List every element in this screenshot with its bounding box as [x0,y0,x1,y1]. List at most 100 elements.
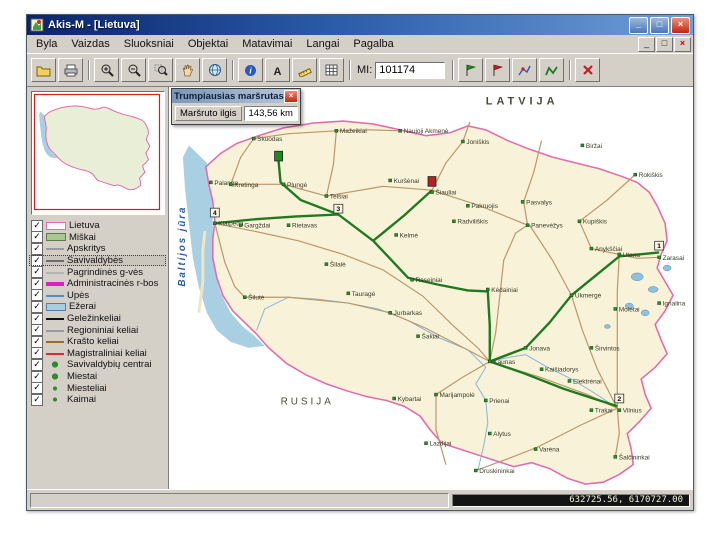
toolbar-separator [232,60,233,80]
route-dialog-titlebar[interactable]: Trumpiausias maršrutas × [172,89,300,103]
layer-row-administracinės-r-bos[interactable]: ✓ Administracinės r-bos [29,277,166,290]
zoom-window-button[interactable] [148,58,173,82]
route-start-button[interactable] [458,58,484,82]
layer-checkbox[interactable]: ✓ [31,266,43,279]
menu-item-vaizdas[interactable]: Vaizdas [64,37,116,51]
menu-item-langai[interactable]: Langai [299,37,346,51]
layer-row-savivaldybės[interactable]: ✓ Savivaldybės [29,254,166,267]
layer-checkbox[interactable]: ✓ [31,277,43,290]
city-label: Marijampolė [439,392,475,399]
city-label: Jurbarkas [394,310,422,317]
line-gray2-symbol-icon [46,267,64,277]
layer-row-savivaldybių-centrai[interactable]: ✓ Savivaldybių centrai [29,358,166,371]
end-flag-icon [493,64,503,76]
city-marker [657,255,661,260]
layer-row-krašto-keliai[interactable]: ✓ Krašto keliai [29,335,166,348]
city-marker [416,334,420,338]
route-node-button[interactable] [512,58,538,82]
city-label: Rietavas [292,223,317,230]
title-bar[interactable]: Akis-M - [Lietuva] _ □ × [27,15,693,35]
layer-row-magistraliniai-keliai[interactable]: ✓ Magistraliniai keliai [29,347,166,360]
layer-checkbox[interactable]: ✓ [31,324,43,337]
close-button[interactable]: × [671,16,690,34]
route-calc-button[interactable] [539,58,565,82]
city-label: Ignalina [663,301,686,308]
layer-checkbox[interactable]: ✓ [31,382,43,395]
svg-text:1: 1 [657,243,661,250]
layer-checkbox[interactable]: ✓ [31,312,43,325]
layer-row-miesteliai[interactable]: ✓ Miesteliai [29,382,166,395]
table-button[interactable] [319,58,344,82]
city-marker [452,219,456,224]
mdi-minimize-button[interactable]: _ [638,36,655,52]
city-marker [657,301,661,305]
layer-checkbox[interactable]: ✓ [31,347,43,360]
end-marker [427,176,437,187]
open-button[interactable] [31,58,56,82]
layer-label: Magistraliniai keliai [67,347,147,359]
city-label: Pasvalys [526,199,552,206]
layer-row-miestai[interactable]: ✓ Miestai [29,370,166,383]
label-button[interactable]: A [265,58,290,82]
zoom-in-button[interactable] [94,58,119,82]
layer-row-geležinkeliai[interactable]: ✓ Geležinkeliai [29,312,166,325]
toolbar-separator [88,60,89,80]
layer-row-pagrindinės-g-vės[interactable]: ✓ Pagrindinės g-vės [29,266,166,279]
route-clear-button[interactable] [575,58,601,82]
zoom-out-button[interactable] [121,58,146,82]
minimize-button[interactable]: _ [629,16,648,34]
app-window: Akis-M - [Lietuva] _ □ × Byla Vaizdas Sluo… [26,14,694,511]
city-marker [229,182,233,187]
layers-list: ✓ Lietuva ✓ Miškai ✓ Apskritys ✓ Savivaldybės ✓ P… [29,220,166,487]
layer-checkbox[interactable]: ✓ [31,358,43,371]
route-calc-icon [545,65,559,75]
layer-row-kaimai[interactable]: ✓ Kaimai [29,393,166,406]
menu-item-pagalba[interactable]: Pagalba [346,37,400,51]
layer-row-ežerai[interactable]: ✓ Ežerai [29,300,166,313]
layer-checkbox[interactable]: ✓ [31,370,43,383]
route-end-button[interactable] [485,58,511,82]
layer-row-miškai[interactable]: ✓ Miškai [29,231,166,244]
city-marker [484,398,488,403]
mi-input[interactable] [375,61,446,79]
map-canvas[interactable]: Skuodas Mažeikiai Naujoji Akmenė Joniškis Bi… [169,87,693,489]
menu-item-objektai[interactable]: Objektai [181,37,235,51]
print-button[interactable] [58,58,83,82]
layer-checkbox[interactable]: ✓ [31,254,43,267]
menu-item-byla[interactable]: Byla [29,37,64,51]
city-label: Radviliškis [457,219,488,226]
layer-row-apskritys[interactable]: ✓ Apskritys [29,242,166,255]
measure-button[interactable] [292,58,317,82]
printer-icon [64,64,77,76]
layer-checkbox[interactable]: ✓ [31,300,43,313]
info-button[interactable]: i [238,58,263,82]
layer-row-upės[interactable]: ✓ Upės [29,289,166,302]
overview-map[interactable] [30,91,165,215]
layer-checkbox[interactable]: ✓ [31,231,43,244]
route-dialog[interactable]: Trumpiausias maršrutas × Maršruto ilgis … [171,88,301,125]
layer-row-regioniniai-keliai[interactable]: ✓ Regioniniai keliai [29,324,166,337]
menu-item-sluoksniai[interactable]: Sluoksniai [117,37,181,51]
layer-checkbox[interactable]: ✓ [31,335,43,348]
layer-checkbox[interactable]: ✓ [31,242,43,255]
map-area[interactable]: Skuodas Mažeikiai Naujoji Akmenė Joniškis Bi… [169,87,693,489]
zoom-window-icon [154,64,168,76]
route-dialog-close-icon[interactable]: × [284,89,298,103]
layer-checkbox[interactable]: ✓ [31,289,43,302]
menu-bar: Byla Vaizdas Sluoksniai Objektai Matavimai La… [27,35,693,54]
maximize-button[interactable]: □ [650,16,669,34]
city-label: Kėdainiai [491,287,518,294]
menu-item-matavimai[interactable]: Matavimai [235,37,299,51]
city-marker [238,223,243,227]
mdi-close-button[interactable]: × [674,36,691,52]
city-marker [589,346,594,350]
layer-label: Miškai [69,231,96,243]
layer-checkbox[interactable]: ✓ [31,220,43,232]
full-extent-button[interactable] [202,58,227,82]
mdi-restore-button[interactable]: □ [656,36,673,52]
layer-row-lietuva[interactable]: ✓ Lietuva [29,220,166,232]
city-label: Joniškis [466,139,489,146]
layer-checkbox[interactable]: ✓ [31,393,43,406]
pan-button[interactable] [175,58,200,82]
line-black-symbol-icon [46,314,64,324]
